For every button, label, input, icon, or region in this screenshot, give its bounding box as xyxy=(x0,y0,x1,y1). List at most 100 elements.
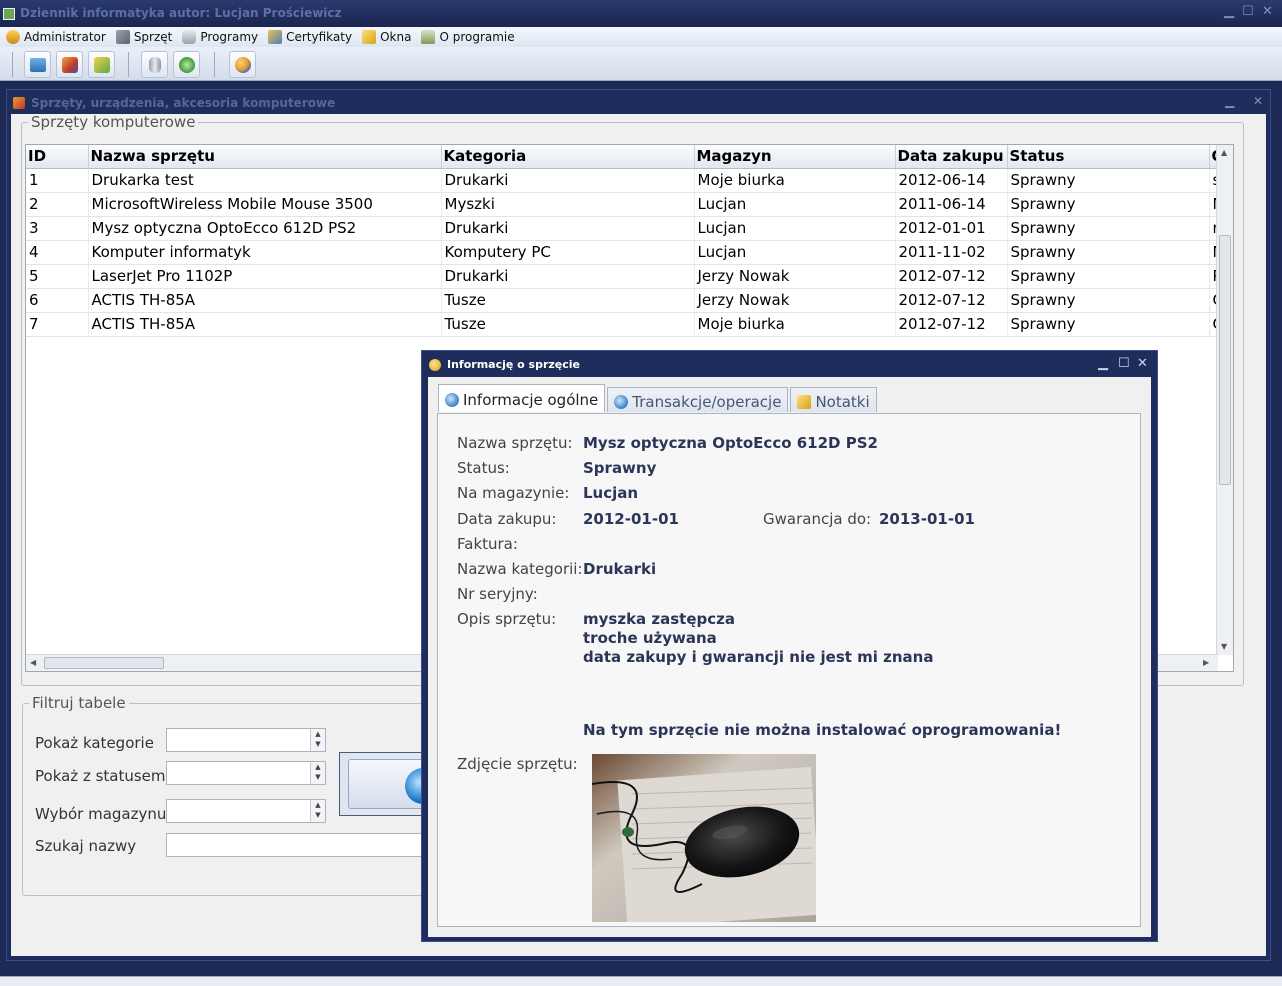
tab-notes[interactable]: Notatki xyxy=(790,387,877,412)
vertical-scroll-thumb[interactable] xyxy=(1219,235,1231,485)
status-filter-select[interactable]: ▲ ▼ xyxy=(166,761,326,785)
scroll-left-icon[interactable]: ◀ xyxy=(30,658,36,667)
menu-administrator[interactable]: Administrator xyxy=(6,30,106,44)
equipment-photo xyxy=(592,754,816,922)
maximize-icon[interactable]: ☐ xyxy=(1118,356,1130,371)
table-cell: Lucjan xyxy=(694,240,896,265)
table-row[interactable]: 2 MicrosoftWireless Mobile Mouse 3500 My… xyxy=(26,192,1230,217)
minimize-icon[interactable]: ▁ xyxy=(1224,4,1234,19)
general-info-page: Nazwa sprzętu: Mysz optyczna OptoEcco 61… xyxy=(437,413,1141,927)
status-bar xyxy=(0,976,1282,986)
menu-certyfikaty[interactable]: Certyfikaty xyxy=(268,30,352,44)
toolbar-equipment-button[interactable] xyxy=(56,51,83,78)
table-row[interactable]: 6 ACTIS TH-85A Tusze Jerzy Nowak 2012-07… xyxy=(26,288,1230,313)
spin-arrows-icon[interactable]: ▲ ▼ xyxy=(310,762,325,784)
column-header[interactable]: Magazyn xyxy=(694,145,896,169)
table-cell: 6 xyxy=(26,288,89,313)
spin-arrows-icon[interactable]: ▲ ▼ xyxy=(310,800,325,822)
menu-programy[interactable]: Programy xyxy=(182,30,258,44)
menu-o-programie[interactable]: O programie xyxy=(421,30,515,44)
warehouse-label: Na magazynie: xyxy=(457,484,570,502)
table-cell: Sprawny xyxy=(1007,264,1210,289)
column-header[interactable]: Kategoria xyxy=(441,145,695,169)
table-cell: Sprawny xyxy=(1007,288,1210,313)
toolbar-certificate-button[interactable] xyxy=(88,51,115,78)
category-filter-label: Pokaż kategorie xyxy=(35,734,154,752)
table-cell: LaserJet Pro 1102P xyxy=(88,264,442,289)
tab-general-info[interactable]: Informacje ogólne xyxy=(438,384,606,412)
category-filter-select[interactable]: ▲ ▼ xyxy=(166,728,326,752)
column-header[interactable]: ID xyxy=(26,145,89,169)
table-cell: Komputery PC xyxy=(441,240,695,265)
menu-sprzet[interactable]: Sprzęt xyxy=(115,30,172,44)
search-name-input[interactable] xyxy=(166,833,428,857)
table-cell: Sprawny xyxy=(1007,216,1210,241)
photo-label: Zdjęcie sprzętu: xyxy=(457,755,578,773)
table-cell: 2011-06-14 xyxy=(895,192,1008,217)
scroll-up-icon[interactable]: ▲ xyxy=(1221,148,1227,157)
tab-transactions[interactable]: Transakcje/operacje xyxy=(607,387,789,412)
table-cell: 1 xyxy=(26,168,89,193)
tools-icon xyxy=(115,30,130,44)
table-cell: Sprawny xyxy=(1007,240,1210,265)
table-row[interactable]: 1 Drukarka test Drukarki Moje biurka 201… xyxy=(26,168,1230,193)
column-header[interactable]: Status xyxy=(1007,145,1210,169)
windows-icon xyxy=(362,30,377,44)
table-cell: 2012-01-01 xyxy=(895,216,1008,241)
table-cell: Tusze xyxy=(441,312,695,337)
table-row[interactable]: 7 ACTIS TH-85A Tusze Moje biurka 2012-07… xyxy=(26,312,1230,337)
purchase-date-value: 2012-01-01 xyxy=(583,510,679,528)
table-cell: Sprawny xyxy=(1007,192,1210,217)
equipment-icon xyxy=(13,97,25,109)
table-row[interactable]: 5 LaserJet Pro 1102P Drukarki Jerzy Nowa… xyxy=(26,264,1230,289)
dialog-title: Informację o sprzęcie xyxy=(447,358,581,371)
toolbar-database-button[interactable] xyxy=(141,51,168,78)
description-line: data zakupy i gwarancji nie jest mi znan… xyxy=(583,648,934,666)
certificate-icon xyxy=(93,56,110,73)
close-icon[interactable]: ✕ xyxy=(1137,356,1148,371)
close-icon[interactable]: ✕ xyxy=(1262,4,1273,19)
column-header[interactable]: Data zakupu xyxy=(895,145,1008,169)
toolbar-users-button[interactable] xyxy=(229,51,256,78)
install-warning: Na tym sprzęcie nie można instalować opr… xyxy=(583,721,1062,739)
warranty-value: 2013-01-01 xyxy=(879,510,975,528)
dialog-body: Informacje ogólne Transakcje/operacje No… xyxy=(428,377,1151,937)
description-line: myszka zastępcza xyxy=(583,610,735,628)
table-row[interactable]: 3 Mysz optyczna OptoEcco 612D PS2 Drukar… xyxy=(26,216,1230,241)
menu-okna[interactable]: Okna xyxy=(362,30,411,44)
horizontal-scroll-thumb[interactable] xyxy=(44,657,164,669)
database-icon xyxy=(182,30,197,44)
table-cell: Moje biurka xyxy=(694,168,896,193)
table-cell: ACTIS TH-85A xyxy=(88,288,442,313)
minimize-icon[interactable]: ▁ xyxy=(1098,356,1108,371)
table-cell: 2011-11-02 xyxy=(895,240,1008,265)
table-cell: 2012-07-12 xyxy=(895,264,1008,289)
magnifier-icon xyxy=(445,393,459,407)
scroll-down-icon[interactable]: ▼ xyxy=(1221,642,1227,651)
table-cell: Moje biurka xyxy=(694,312,896,337)
spin-arrows-icon[interactable]: ▲ ▼ xyxy=(310,729,325,751)
column-header[interactable]: Nazwa sprzętu xyxy=(88,145,442,169)
table-cell: Sprawny xyxy=(1007,168,1210,193)
minimize-icon[interactable]: ▁ xyxy=(1225,94,1234,108)
table-row[interactable]: 4 Komputer informatyk Komputery PC Lucja… xyxy=(26,240,1230,265)
warehouse-filter-select[interactable]: ▲ ▼ xyxy=(166,799,326,823)
warehouse-value: Lucjan xyxy=(583,484,639,502)
scroll-right-icon[interactable]: ▶ xyxy=(1203,658,1209,667)
maximize-icon[interactable]: ☐ xyxy=(1242,4,1254,19)
vertical-scrollbar[interactable]: ▲ ▼ xyxy=(1216,145,1233,655)
close-icon[interactable]: ✕ xyxy=(1253,94,1263,108)
notes-icon xyxy=(797,394,812,409)
table-header-row: ID Nazwa sprzętu Kategoria Magazyn Data … xyxy=(26,145,1230,169)
dialog-title-bar: Informację o sprzęcie ▁ ☐ ✕ xyxy=(422,351,1157,377)
toolbar-window-button[interactable] xyxy=(24,51,51,78)
table-cell: Myszki xyxy=(441,192,695,217)
table-cell: 2012-06-14 xyxy=(895,168,1008,193)
app-title-bar: Dziennik informatyka autor: Lucjan Prośc… xyxy=(0,0,1282,27)
table-cell: Sprawny xyxy=(1007,312,1210,337)
status-label: Status: xyxy=(457,459,510,477)
toolbar-refresh-button[interactable] xyxy=(173,51,200,78)
filter-group-title: Filtruj tabele xyxy=(32,694,126,712)
dialog-tabs: Informacje ogólne Transakcje/operacje No… xyxy=(438,384,877,413)
description-label: Opis sprzętu: xyxy=(457,610,557,628)
